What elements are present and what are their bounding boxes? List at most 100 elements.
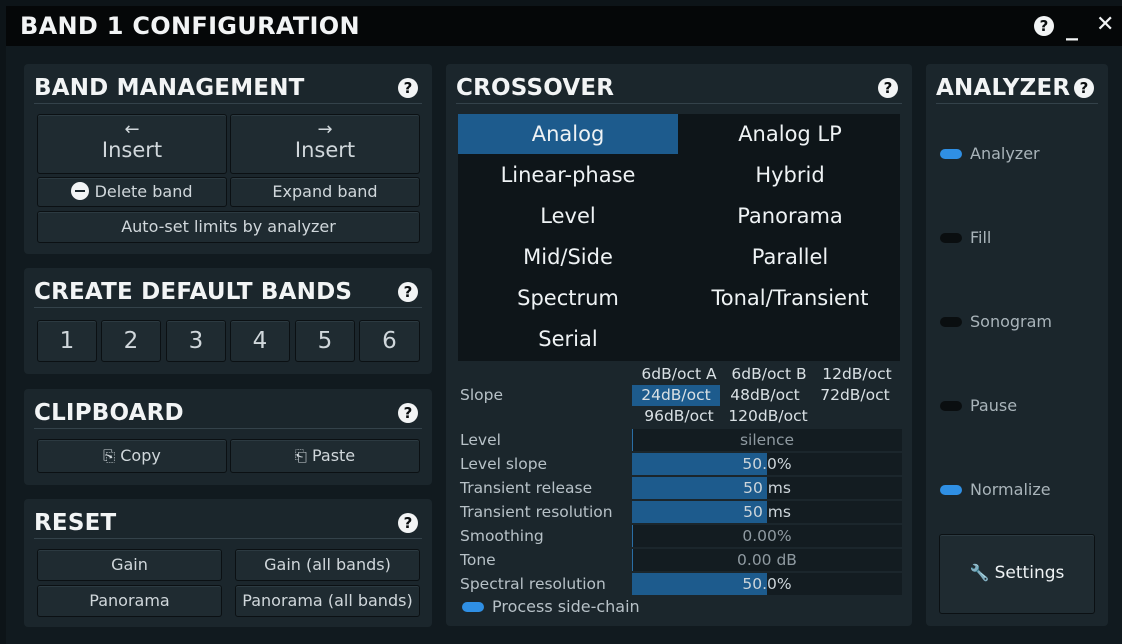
param-level-slope-slider[interactable]: 50.0% <box>632 453 902 475</box>
toggle-switch <box>940 233 962 243</box>
param-tone-slider[interactable]: 0.00 dB <box>632 549 902 571</box>
minus-circle-icon <box>71 182 90 200</box>
default-bands-number: 5 <box>317 328 333 354</box>
insert-left-label: Insert <box>101 138 163 162</box>
param-label-spectral-resolution: Spectral resolution <box>460 575 606 593</box>
slope-option-selected[interactable]: 24dB/oct <box>632 385 720 406</box>
band-management-header: BAND MANAGEMENT ? <box>34 72 422 104</box>
toggle-switch <box>462 602 484 612</box>
create-default-bands-panel: CREATE DEFAULT BANDS ? 1 2 3 4 5 6 <box>24 268 432 374</box>
main-area: BAND MANAGEMENT ? ← Insert → Insert Dele… <box>6 46 1122 644</box>
default-bands-6-button[interactable]: 6 <box>359 320 420 362</box>
slope-option[interactable]: 6dB/oct B <box>724 364 814 385</box>
insert-right-label: Insert <box>294 138 356 162</box>
paste-button[interactable]: ⎗ Paste <box>230 439 420 473</box>
process-sidechain-label: Process side-chain <box>492 597 640 616</box>
reset-panorama-label: Panorama <box>89 591 170 610</box>
crossover-option-parallel[interactable]: Parallel <box>680 237 900 277</box>
default-bands-3-button[interactable]: 3 <box>166 320 226 362</box>
help-icon[interactable]: ? <box>398 78 418 98</box>
crossover-option-mid-side[interactable]: Mid/Side <box>458 237 678 277</box>
default-bands-1-button[interactable]: 1 <box>37 320 97 362</box>
param-label-transient-release: Transient release <box>460 479 593 497</box>
paste-label: Paste <box>311 446 356 465</box>
clipboard-header: CLIPBOARD ? <box>34 397 422 429</box>
crossover-option-hybrid[interactable]: Hybrid <box>680 155 900 195</box>
copy-label: Copy <box>120 446 161 465</box>
reset-panorama-all-button[interactable]: Panorama (all bands) <box>235 585 420 617</box>
toggle-switch <box>940 401 962 411</box>
param-value: 50.0% <box>742 575 792 593</box>
create-default-bands-header: CREATE DEFAULT BANDS ? <box>34 276 422 308</box>
crossover-option-analog[interactable]: Analog <box>458 114 678 154</box>
help-icon[interactable]: ? <box>398 403 418 423</box>
reset-gain-button[interactable]: Gain <box>37 549 222 581</box>
crossover-option-analog-lp[interactable]: Analog LP <box>680 114 900 154</box>
reset-panorama-button[interactable]: Panorama <box>37 585 222 617</box>
default-bands-number: 6 <box>382 328 397 354</box>
help-icon[interactable]: ? <box>398 282 418 302</box>
analyzer-item-label: Normalize <box>970 480 1051 499</box>
slope-option[interactable]: 6dB/oct A <box>634 364 724 385</box>
param-value: 50 ms <box>743 503 791 521</box>
copy-button[interactable]: ⎘ Copy <box>37 439 227 473</box>
reset-panel: RESET ? Gain Gain (all bands) Panorama P… <box>24 499 432 627</box>
default-bands-4-button[interactable]: 4 <box>230 320 290 362</box>
toggle-switch <box>940 485 962 495</box>
toggle-switch <box>940 149 962 159</box>
expand-band-label: Expand band <box>272 182 378 201</box>
slope-option[interactable]: 48dB/oct <box>722 385 808 406</box>
default-bands-number: 3 <box>188 328 204 354</box>
insert-left-button[interactable]: ← Insert <box>37 114 227 174</box>
default-bands-2-button[interactable]: 2 <box>101 320 161 362</box>
insert-right-button[interactable]: → Insert <box>230 114 420 174</box>
help-icon[interactable]: ? <box>398 513 418 533</box>
minimize-button[interactable]: _ <box>1066 13 1088 41</box>
param-value: 50 ms <box>743 479 791 497</box>
slope-option[interactable]: 72dB/oct <box>812 385 898 406</box>
crossover-option-serial[interactable]: Serial <box>458 319 678 359</box>
crossover-mode-list: Analog Analog LP Linear-phase Hybrid Lev… <box>458 114 900 361</box>
crossover-option-linear-phase[interactable]: Linear-phase <box>458 155 678 195</box>
crossover-option-panorama[interactable]: Panorama <box>680 196 900 236</box>
param-value: silence <box>739 431 795 449</box>
analyzer-header: ANALYZER ? <box>936 72 1098 104</box>
reset-gain-label: Gain <box>111 555 148 574</box>
param-spectral-resolution-slider[interactable]: 50.0% <box>632 573 902 595</box>
param-transient-release-slider[interactable]: 50 ms <box>632 477 902 499</box>
crossover-option-tonal-transient[interactable]: Tonal/Transient <box>680 278 900 318</box>
param-label-level-slope: Level slope <box>460 455 548 473</box>
delete-band-button[interactable]: Delete band <box>37 177 227 207</box>
param-label-tone: Tone <box>460 551 496 569</box>
create-default-bands-title: CREATE DEFAULT BANDS <box>34 279 353 305</box>
default-bands-number: 4 <box>252 328 268 354</box>
band-management-title: BAND MANAGEMENT <box>34 75 305 101</box>
slope-option[interactable]: 120dB/oct <box>722 406 814 427</box>
reset-gain-all-button[interactable]: Gain (all bands) <box>235 549 420 581</box>
crossover-panel: CROSSOVER ? Analog Analog LP Linear-phas… <box>446 64 912 626</box>
close-button[interactable]: ✕ <box>1096 12 1118 37</box>
crossover-title: CROSSOVER <box>456 75 615 101</box>
reset-title: RESET <box>34 510 117 536</box>
auto-set-limits-button[interactable]: Auto-set limits by analyzer <box>37 211 420 243</box>
delete-band-label: Delete band <box>94 182 193 201</box>
param-level-slider[interactable]: silence <box>632 429 902 451</box>
slope-option[interactable]: 12dB/oct <box>814 364 900 385</box>
band-management-panel: BAND MANAGEMENT ? ← Insert → Insert Dele… <box>24 64 432 254</box>
param-transient-resolution-slider[interactable]: 50 ms <box>632 501 902 523</box>
slope-option[interactable]: 96dB/oct <box>634 406 724 427</box>
param-smoothing-slider[interactable]: 0.00% <box>632 525 902 547</box>
reset-panorama-all-label: Panorama (all bands) <box>242 591 413 610</box>
crossover-option-level[interactable]: Level <box>458 196 678 236</box>
help-icon[interactable]: ? <box>1074 78 1094 98</box>
help-icon[interactable]: ? <box>1034 16 1054 36</box>
default-bands-number: 1 <box>59 328 75 354</box>
default-bands-5-button[interactable]: 5 <box>295 320 355 362</box>
crossover-option-spectrum[interactable]: Spectrum <box>458 278 678 318</box>
param-value: 0.00 dB <box>737 551 797 569</box>
arrow-left-icon: ← <box>124 119 140 140</box>
expand-band-button[interactable]: Expand band <box>230 177 420 207</box>
settings-button[interactable]: 🔧 Settings <box>939 534 1095 614</box>
process-sidechain-toggle[interactable]: Process side-chain <box>446 596 746 618</box>
help-icon[interactable]: ? <box>878 78 898 98</box>
